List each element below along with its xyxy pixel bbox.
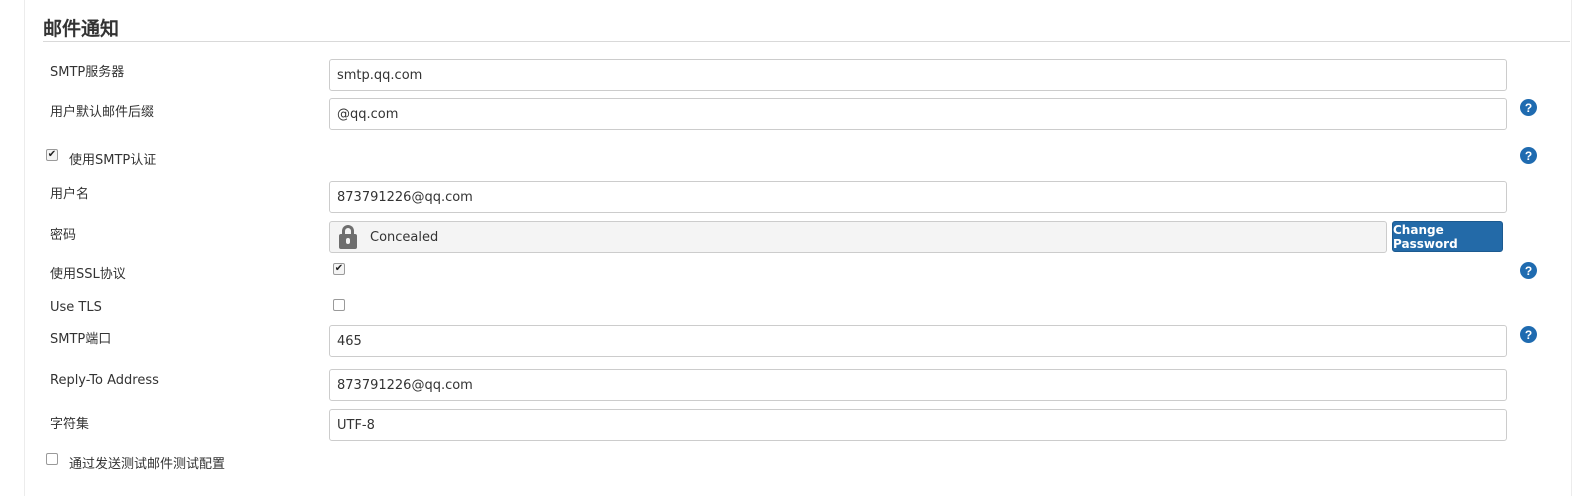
use-ssl-label: 使用SSL协议	[50, 267, 126, 282]
charset-input[interactable]: UTF-8	[329, 409, 1507, 441]
smtp-auth-help-icon[interactable]: ?	[1520, 147, 1537, 164]
lock-icon	[338, 224, 358, 250]
test-config-label: 通过发送测试邮件测试配置	[69, 457, 226, 472]
default-suffix-input[interactable]: @qq.com	[329, 98, 1507, 130]
smtp-port-label: SMTP端口	[50, 332, 112, 347]
smtp-server-label: SMTP服务器	[50, 65, 125, 80]
reply-to-label: Reply-To Address	[50, 373, 159, 388]
charset-label: 字符集	[50, 417, 90, 432]
section-divider	[43, 41, 1570, 42]
username-label: 用户名	[50, 187, 90, 202]
use-smtp-auth-label: 使用SMTP认证	[69, 153, 157, 168]
password-concealed-text: Concealed	[370, 229, 439, 245]
test-config-checkbox[interactable]	[46, 453, 58, 465]
ssl-help-icon[interactable]: ?	[1520, 262, 1537, 279]
smtp-port-input[interactable]: 465	[329, 325, 1507, 357]
username-input[interactable]: 873791226@qq.com	[329, 181, 1507, 213]
default-suffix-help-icon[interactable]: ?	[1520, 99, 1537, 116]
reply-to-input[interactable]: 873791226@qq.com	[329, 369, 1507, 401]
use-ssl-checkbox[interactable]: ✔	[333, 263, 345, 275]
section-title: 邮件通知	[43, 18, 120, 40]
use-smtp-auth-checkbox[interactable]: ✔	[46, 149, 58, 161]
change-password-button[interactable]: Change Password	[1392, 221, 1503, 252]
smtp-port-help-icon[interactable]: ?	[1520, 326, 1537, 343]
password-concealed-field: Concealed	[329, 221, 1387, 253]
default-suffix-label: 用户默认邮件后缀	[50, 105, 155, 120]
password-label: 密码	[50, 228, 77, 243]
smtp-server-input[interactable]: smtp.qq.com	[329, 59, 1507, 91]
use-tls-checkbox[interactable]	[333, 299, 345, 311]
use-tls-label: Use TLS	[50, 300, 102, 315]
